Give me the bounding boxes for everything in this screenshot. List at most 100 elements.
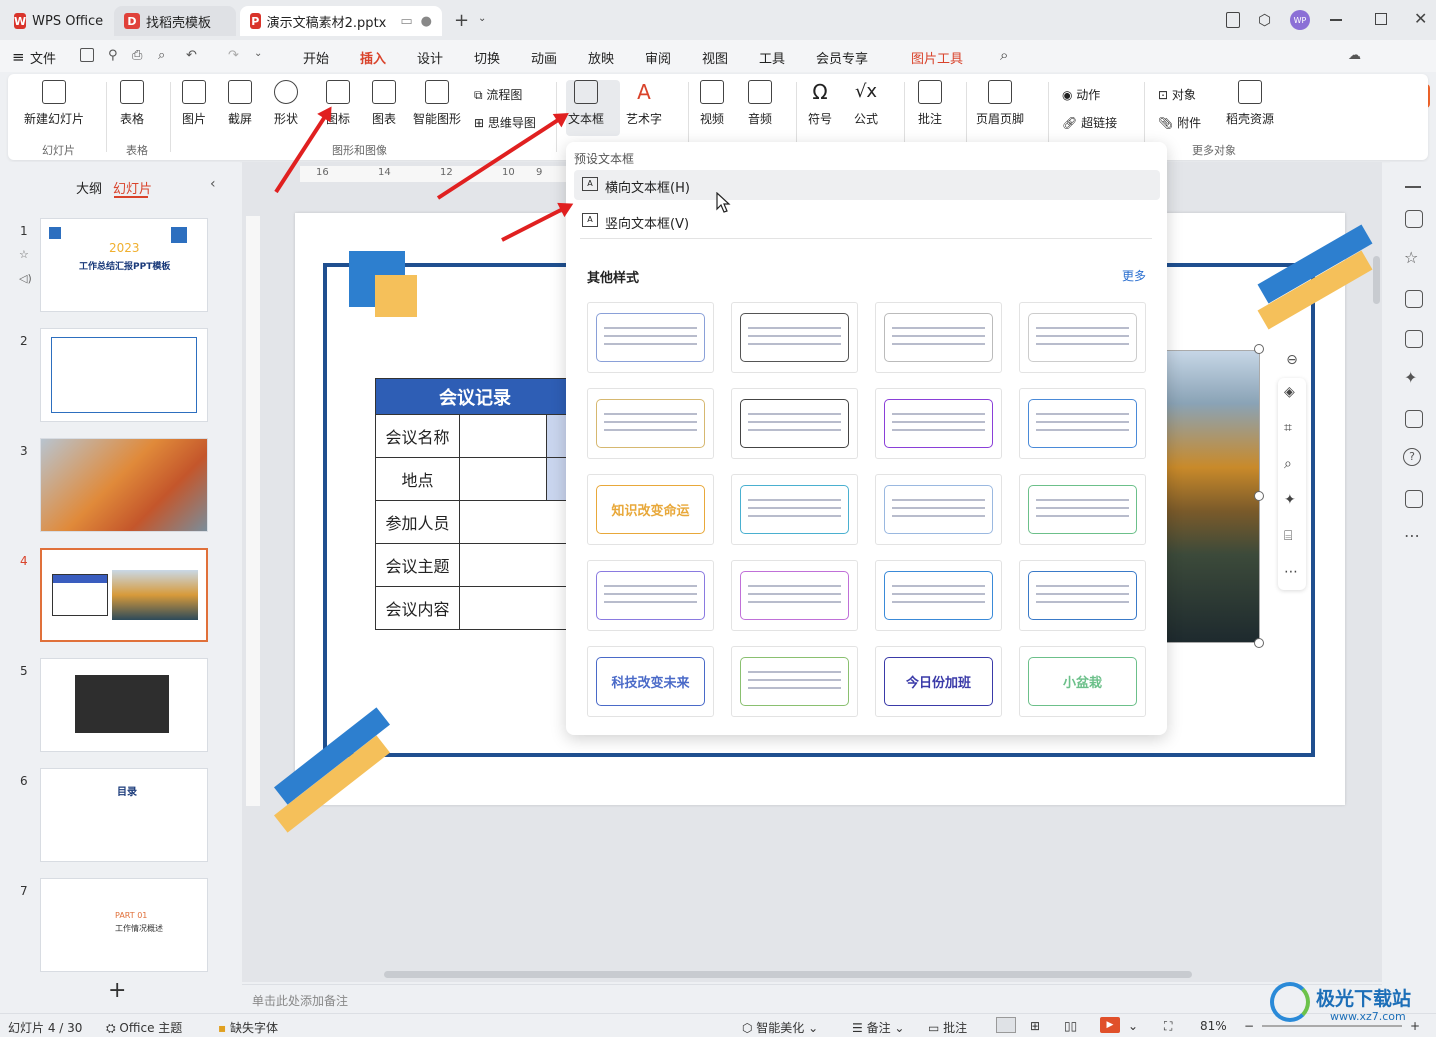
- cloud-icon[interactable]: ☁: [1348, 48, 1361, 63]
- book-icon[interactable]: [1405, 410, 1423, 428]
- theme-status[interactable]: ⛭ Office 主题: [106, 1019, 182, 1036]
- textbox-style-card[interactable]: [875, 388, 1002, 459]
- redo-icon[interactable]: ↷: [228, 48, 239, 63]
- meeting-table[interactable]: 会议记录 会议名称 地点 参加人员 会议主题 会议内容: [375, 378, 575, 630]
- layers-icon[interactable]: ◈: [1284, 384, 1295, 400]
- copy-icon[interactable]: [1405, 290, 1423, 308]
- textbox-style-card[interactable]: [1019, 302, 1146, 373]
- tab-list-chevron-icon[interactable]: ⌄: [478, 13, 486, 24]
- table-button[interactable]: 表格: [120, 80, 144, 127]
- hyperlink-button[interactable]: 🔗︎ 超链接: [1062, 114, 1117, 131]
- magic-tool-icon[interactable]: ✦: [1284, 492, 1296, 508]
- textbox-style-card[interactable]: [1019, 474, 1146, 545]
- more-options-icon[interactable]: ⋯: [1284, 564, 1298, 580]
- textbox-style-card[interactable]: [875, 302, 1002, 373]
- video-button[interactable]: 视频: [700, 80, 724, 127]
- tab-wps-office[interactable]: W WPS Office: [4, 6, 108, 36]
- audio-button[interactable]: 音频: [748, 80, 772, 127]
- reading-view-icon[interactable]: ▯▯: [1064, 1019, 1077, 1033]
- textbox-style-card[interactable]: [731, 646, 858, 717]
- outline-tab[interactable]: 大纲: [76, 178, 102, 197]
- slide-thumbnail-5[interactable]: [40, 658, 208, 752]
- missing-font-status[interactable]: ▪ 缺失字体: [218, 1019, 278, 1036]
- textbox-style-card[interactable]: [731, 474, 858, 545]
- adjust-icon[interactable]: [1405, 210, 1423, 228]
- textbox-style-card[interactable]: [1019, 560, 1146, 631]
- textbox-style-card[interactable]: [587, 388, 714, 459]
- menu-tools[interactable]: 工具: [759, 48, 785, 67]
- textbox-style-card[interactable]: [731, 388, 858, 459]
- landscape-photo[interactable]: [1166, 350, 1260, 643]
- resize-handle[interactable]: [1254, 491, 1264, 501]
- menu-picture-tools[interactable]: 图片工具: [911, 48, 963, 67]
- new-tab-icon[interactable]: +: [454, 10, 469, 31]
- textbox-style-card[interactable]: [1019, 388, 1146, 459]
- puzzle-icon[interactable]: [1405, 490, 1423, 508]
- textbox-style-card[interactable]: 今日份加班: [875, 646, 1002, 717]
- add-slide-button[interactable]: +: [108, 978, 126, 1003]
- slide-thumbnail-7[interactable]: PART 01 工作情况概述: [40, 878, 208, 972]
- close-icon[interactable]: ✕: [1414, 9, 1427, 28]
- action-button[interactable]: ◉ 动作: [1062, 86, 1100, 103]
- slide-thumbnail-3[interactable]: [40, 438, 208, 532]
- normal-view-icon[interactable]: [996, 1017, 1016, 1033]
- notes-button[interactable]: ☰ 备注 ⌄: [852, 1019, 904, 1036]
- resize-handle[interactable]: [1254, 638, 1264, 648]
- wordart-button[interactable]: A 艺术字: [626, 80, 662, 127]
- tab-docer[interactable]: D 找稻壳模板: [114, 6, 236, 36]
- menu-slideshow[interactable]: 放映: [588, 48, 614, 67]
- menu-start[interactable]: 开始: [303, 48, 329, 67]
- play-slideshow-icon[interactable]: ▶: [1100, 1017, 1120, 1033]
- object-button[interactable]: ⊡ 对象: [1158, 86, 1196, 103]
- formula-button[interactable]: √x 公式: [854, 80, 878, 127]
- help-icon[interactable]: ?: [1403, 448, 1421, 466]
- slide-thumbnail-1[interactable]: 2023 工作总结汇报PPT模板: [40, 218, 208, 312]
- menu-view[interactable]: 视图: [702, 48, 728, 67]
- textbox-style-card[interactable]: [587, 302, 714, 373]
- comment-button[interactable]: 批注: [918, 80, 942, 127]
- comment-status-button[interactable]: ▭ 批注: [928, 1019, 967, 1036]
- menu-member[interactable]: 会员专享: [816, 48, 868, 67]
- horizontal-textbox-item[interactable]: A 横向文本框(H): [574, 170, 1160, 200]
- ocr-icon[interactable]: ⌸: [1284, 528, 1292, 544]
- chart-button[interactable]: 图表: [372, 80, 396, 127]
- picture-button[interactable]: 图片: [182, 80, 206, 127]
- cube-icon[interactable]: ⬡: [1258, 11, 1271, 29]
- attachment-button[interactable]: 📎︎ 附件: [1158, 114, 1201, 131]
- vertical-scrollbar[interactable]: [1373, 256, 1380, 304]
- maximize-icon[interactable]: [1375, 13, 1387, 25]
- menu-insert[interactable]: 插入: [360, 48, 386, 67]
- menu-design[interactable]: 设计: [417, 48, 443, 67]
- tab-close-dot-icon[interactable]: ●: [421, 14, 432, 29]
- textbox-button[interactable]: 文本框: [568, 80, 604, 127]
- slides-tab[interactable]: 幻灯片: [113, 178, 152, 197]
- header-footer-button[interactable]: 页眉页脚: [976, 80, 1024, 127]
- avatar[interactable]: WP: [1290, 10, 1310, 30]
- horizontal-scrollbar[interactable]: [384, 971, 1192, 978]
- symbol-button[interactable]: Ω 符号: [808, 80, 832, 127]
- more-icon[interactable]: ⋯: [1404, 526, 1420, 545]
- textbox-style-card[interactable]: 知识改变命运: [587, 474, 714, 545]
- fit-window-icon[interactable]: ⛶: [1164, 1019, 1172, 1034]
- export-icon[interactable]: ⚲: [108, 48, 118, 63]
- new-slide-button[interactable]: 新建幻灯片: [24, 80, 84, 127]
- textbox-style-card[interactable]: [731, 560, 858, 631]
- undo-icon[interactable]: ↶: [186, 48, 197, 63]
- textbox-style-card[interactable]: [587, 560, 714, 631]
- textbox-style-card[interactable]: 科技改变未来: [587, 646, 714, 717]
- save-icon[interactable]: [80, 48, 94, 62]
- minimize-icon[interactable]: [1330, 19, 1342, 21]
- smartart-button[interactable]: 智能图形: [413, 80, 461, 127]
- screenshot-button[interactable]: 截屏: [228, 80, 252, 127]
- textbox-style-card[interactable]: 小盆栽: [1019, 646, 1146, 717]
- shape-button[interactable]: 形状: [274, 80, 298, 127]
- collapse-icon[interactable]: [1405, 186, 1421, 188]
- docer-resources-button[interactable]: 稻壳资源: [1226, 80, 1274, 127]
- resize-handle[interactable]: [1254, 344, 1264, 354]
- zoom-out-button[interactable]: −: [1244, 1019, 1254, 1033]
- notes-pane[interactable]: 单击此处添加备注: [242, 984, 1382, 1012]
- sign-icon[interactable]: [1405, 330, 1423, 348]
- magnify-icon[interactable]: ⌕: [1284, 456, 1292, 472]
- more-styles-link[interactable]: 更多: [1122, 267, 1146, 284]
- print-icon[interactable]: ⎙: [132, 48, 142, 63]
